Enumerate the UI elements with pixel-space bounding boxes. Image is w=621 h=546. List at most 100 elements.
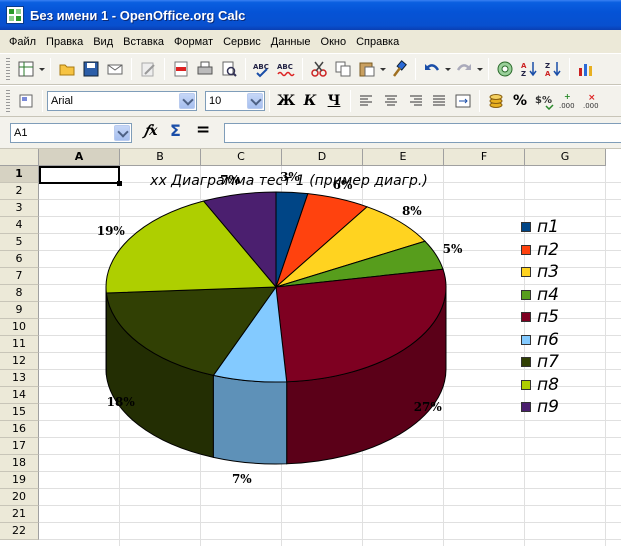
paste-dropdown-icon[interactable] <box>379 58 387 80</box>
cut-icon[interactable] <box>308 58 330 80</box>
currency-format-icon[interactable] <box>485 90 507 112</box>
row-header-10[interactable]: 10 <box>0 319 39 336</box>
row-header-21[interactable]: 21 <box>0 506 39 523</box>
row-header-2[interactable]: 2 <box>0 183 39 200</box>
italic-button[interactable]: К <box>299 90 321 112</box>
align-justify-icon[interactable] <box>428 90 450 112</box>
name-box[interactable]: A1 <box>10 123 132 143</box>
row-header-20[interactable]: 20 <box>0 489 39 506</box>
row-header-19[interactable]: 19 <box>0 472 39 489</box>
paste-icon[interactable] <box>356 58 378 80</box>
column-header-b[interactable]: B <box>120 149 201 166</box>
align-left-icon[interactable] <box>356 90 378 112</box>
row-header-7[interactable]: 7 <box>0 268 39 285</box>
standard-toolbar: ABC ABC AZ ZA <box>0 53 621 85</box>
row-header-9[interactable]: 9 <box>0 302 39 319</box>
column-header-d[interactable]: D <box>282 149 363 166</box>
open-icon[interactable] <box>56 58 78 80</box>
function-equals-icon[interactable]: = <box>196 120 210 140</box>
row-header-1[interactable]: 1 <box>0 166 39 183</box>
styles-icon[interactable] <box>15 90 37 112</box>
column-header-c[interactable]: C <box>201 149 282 166</box>
toolbar-grip[interactable] <box>6 58 10 80</box>
column-header-f[interactable]: F <box>444 149 525 166</box>
legend-label: п7 <box>537 352 559 372</box>
row-header-11[interactable]: 11 <box>0 336 39 353</box>
pie-chart[interactable]: xx Диаграмма тест 1 (пример диагр.) 3% 6%… <box>39 166 621 546</box>
separator <box>302 58 303 80</box>
percent-format-icon[interactable]: % <box>509 90 531 112</box>
copy-icon[interactable] <box>332 58 354 80</box>
column-header-e[interactable]: E <box>363 149 444 166</box>
row-header-16[interactable]: 16 <box>0 421 39 438</box>
undo-dropdown-icon[interactable] <box>444 58 452 80</box>
font-size-select[interactable]: 10 <box>205 91 265 111</box>
underline-label: Ч <box>327 93 341 109</box>
column-header-a[interactable]: A <box>39 149 120 166</box>
export-pdf-icon[interactable] <box>170 58 192 80</box>
function-wizard-icon[interactable]: 𝑓x <box>144 123 158 139</box>
legend-swatch <box>521 289 531 300</box>
save-icon[interactable] <box>80 58 102 80</box>
row-header-8[interactable]: 8 <box>0 285 39 302</box>
formula-input[interactable] <box>224 123 621 143</box>
row-header-12[interactable]: 12 <box>0 353 39 370</box>
bold-button[interactable]: Ж <box>275 90 297 112</box>
menu-help[interactable]: Справка <box>351 36 404 48</box>
row-header-3[interactable]: 3 <box>0 200 39 217</box>
row-header-18[interactable]: 18 <box>0 455 39 472</box>
chevron-down-icon[interactable] <box>114 125 130 141</box>
redo-dropdown-icon[interactable] <box>476 58 484 80</box>
legend-item-п4: п4 <box>521 284 559 306</box>
select-all-corner[interactable] <box>0 149 39 166</box>
spreadsheet-grid[interactable]: ABCDEFG 1 2 3 4 5 6 7 8 9 10 11 12 13 14 15 16 17 18 19 20 2… <box>0 149 621 546</box>
format-paintbrush-icon[interactable] <box>388 58 410 80</box>
align-center-icon[interactable] <box>380 90 402 112</box>
new-icon[interactable] <box>15 58 37 80</box>
row-header-17[interactable]: 17 <box>0 438 39 455</box>
sort-descending-icon[interactable]: ZA <box>542 58 564 80</box>
menu-file[interactable]: Файл <box>4 36 41 48</box>
row-header-15[interactable]: 15 <box>0 404 39 421</box>
row-header-4[interactable]: 4 <box>0 217 39 234</box>
menu-insert[interactable]: Вставка <box>118 36 169 48</box>
redo-icon[interactable] <box>453 58 475 80</box>
column-header-g[interactable]: G <box>525 149 606 166</box>
navigator-icon[interactable] <box>494 58 516 80</box>
menu-format[interactable]: Формат <box>169 36 218 48</box>
font-name-select[interactable]: Arial <box>47 91 197 111</box>
edit-file-icon[interactable] <box>137 58 159 80</box>
align-right-icon[interactable] <box>404 90 426 112</box>
menu-window[interactable]: Окно <box>316 36 352 48</box>
legend-label: п3 <box>537 262 559 282</box>
spellcheck-icon[interactable]: ABC <box>251 58 273 80</box>
sum-icon[interactable]: Σ <box>170 121 181 140</box>
row-header-6[interactable]: 6 <box>0 251 39 268</box>
svg-text:+: + <box>564 92 571 101</box>
new-dropdown-icon[interactable] <box>38 58 46 80</box>
chevron-down-icon[interactable] <box>247 93 263 109</box>
toolbar-grip[interactable] <box>6 90 10 112</box>
row-header-22[interactable]: 22 <box>0 523 39 540</box>
undo-icon[interactable] <box>421 58 443 80</box>
chevron-down-icon[interactable] <box>179 93 195 109</box>
autospellcheck-icon[interactable]: ABC <box>275 58 297 80</box>
merge-cells-icon[interactable] <box>452 90 474 112</box>
print-icon[interactable] <box>194 58 216 80</box>
window-title: Без имени 1 - OpenOffice.org Calc <box>30 7 246 23</box>
row-header-13[interactable]: 13 <box>0 370 39 387</box>
page-preview-icon[interactable] <box>218 58 240 80</box>
menu-tools[interactable]: Сервис <box>218 36 266 48</box>
standard-format-icon[interactable]: $% <box>533 90 555 112</box>
sort-ascending-icon[interactable]: AZ <box>518 58 540 80</box>
delete-decimal-icon[interactable]: × .000 <box>581 90 603 112</box>
add-decimal-icon[interactable]: + .000 <box>557 90 579 112</box>
menu-edit[interactable]: Правка <box>41 36 88 48</box>
menu-view[interactable]: Вид <box>88 36 118 48</box>
row-header-14[interactable]: 14 <box>0 387 39 404</box>
row-header-5[interactable]: 5 <box>0 234 39 251</box>
email-icon[interactable] <box>104 58 126 80</box>
chart-icon[interactable] <box>575 58 597 80</box>
menu-data[interactable]: Данные <box>266 36 316 48</box>
underline-button[interactable]: Ч <box>323 90 345 112</box>
